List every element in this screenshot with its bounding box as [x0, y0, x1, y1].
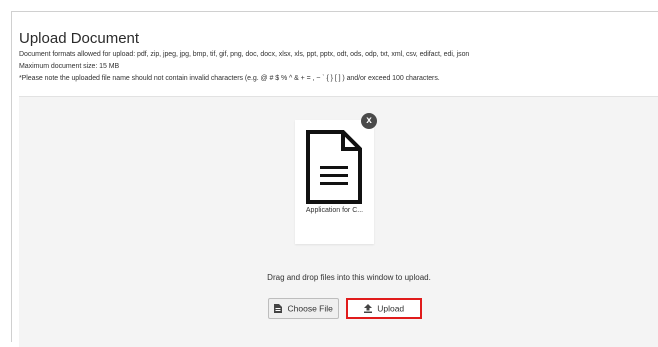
upload-panel: Upload Document Document formats allowed…: [11, 11, 658, 347]
choose-file-label: Choose File: [287, 303, 333, 314]
file-card[interactable]: Application for C...: [295, 120, 374, 244]
upload-icon: [363, 304, 372, 314]
drop-zone[interactable]: Application for C... x Drag and drop fil…: [19, 96, 658, 347]
file-icon: [274, 304, 283, 314]
upload-button[interactable]: Upload: [346, 298, 422, 319]
remove-file-button[interactable]: x: [361, 113, 377, 129]
allowed-formats-text: Document formats allowed for upload: pdf…: [19, 51, 470, 58]
file-name-note: *Please note the uploaded file name shou…: [19, 75, 440, 82]
upload-label: Upload: [377, 303, 405, 314]
file-name: Application for C...: [305, 207, 364, 214]
page-title: Upload Document: [19, 30, 140, 47]
document-icon: [306, 130, 362, 204]
max-size-text: Maximum document size: 15 MB: [19, 63, 120, 70]
choose-file-button[interactable]: Choose File: [268, 298, 339, 319]
drop-hint: Drag and drop files into this window to …: [267, 273, 431, 282]
